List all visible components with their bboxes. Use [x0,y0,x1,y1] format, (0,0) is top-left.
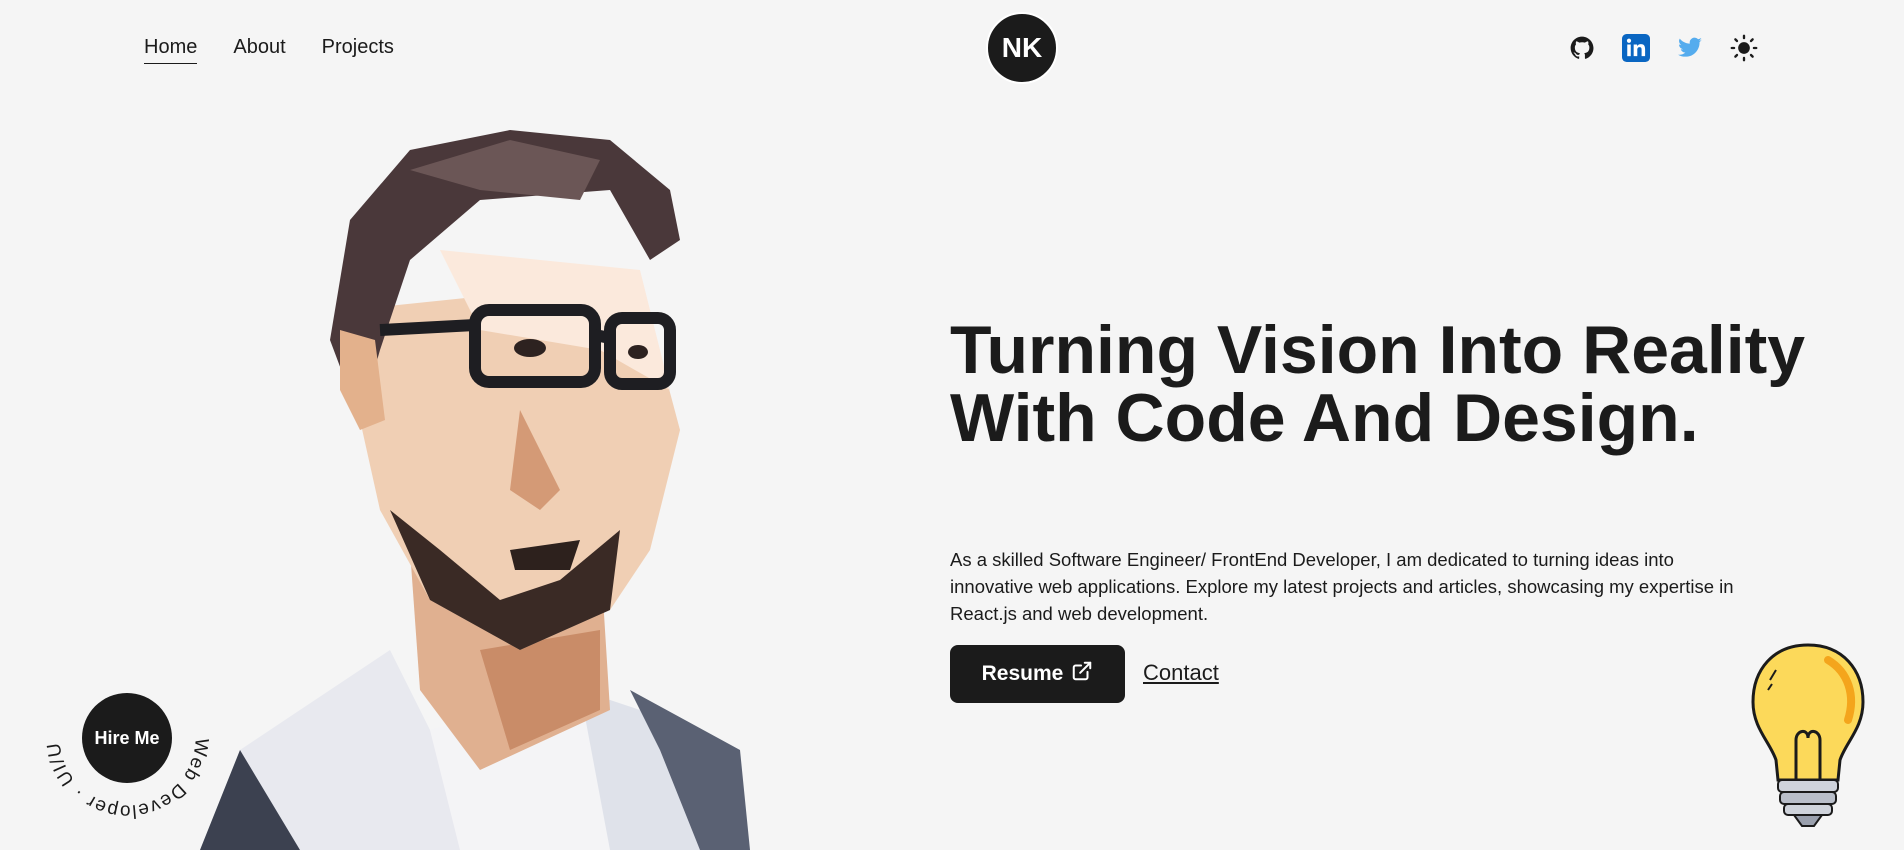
linkedin-icon[interactable] [1622,34,1650,62]
github-icon[interactable] [1568,34,1596,62]
theme-toggle-sun-icon[interactable] [1730,34,1758,62]
profile-illustration [200,130,750,850]
resume-button-label: Resume [981,662,1064,685]
lightbulb-icon [1751,643,1865,827]
hire-me-button[interactable]: Hire Me [82,693,172,783]
twitter-icon[interactable] [1676,34,1704,62]
nav-home-link[interactable]: Home [144,36,198,64]
hero-title: Turning Vision Into Reality With Code An… [950,312,1806,456]
logo-badge[interactable]: NK [986,12,1058,84]
nav-projects-link[interactable]: Projects [322,36,394,64]
social-links [1568,34,1758,62]
contact-link[interactable]: Contact [1143,660,1219,686]
external-link-icon [1071,660,1093,688]
hero-description: As a skilled Software Engineer/ FrontEnd… [950,549,1734,624]
main-nav: Home About Projects [144,36,394,64]
nav-about-link[interactable]: About [233,36,285,64]
resume-button[interactable]: Resume [950,645,1125,703]
